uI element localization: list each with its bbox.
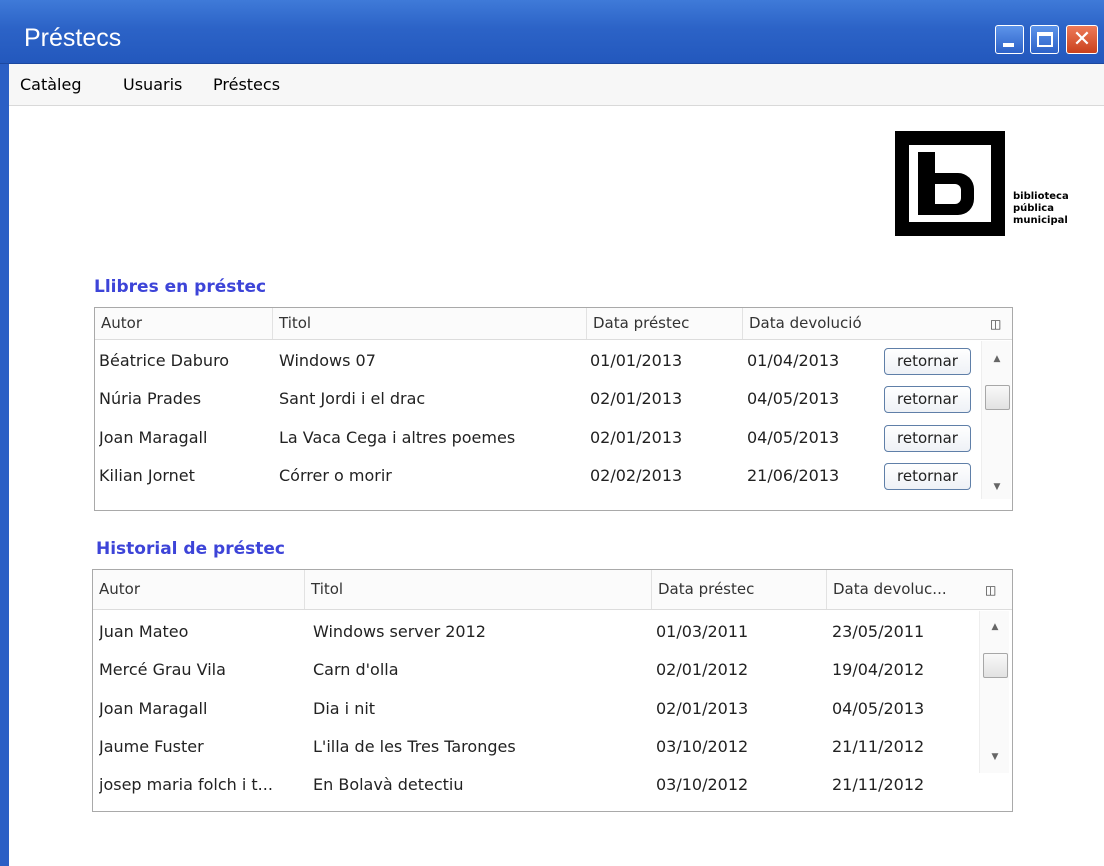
cell-title: La Vaca Cega i altres poemes [279, 428, 516, 447]
cell-title: Windows 07 [279, 351, 376, 370]
cell-loan-date: 02/01/2013 [656, 699, 749, 718]
cell-author: Juan Mateo [99, 622, 189, 641]
window-title: Préstecs [24, 24, 122, 52]
cell-return-date: 04/05/2013 [747, 389, 840, 408]
menu-bar: Catàleg Usuaris Préstecs [9, 64, 1104, 106]
cell-title: En Bolavà detectiu [313, 775, 464, 794]
scroll-thumb[interactable] [985, 385, 1010, 410]
cell-loan-date: 03/10/2012 [656, 737, 749, 756]
table-row[interactable]: josep maria folch i t... En Bolavà detec… [93, 766, 981, 804]
cell-loan-date: 02/02/2013 [590, 466, 683, 485]
cell-loan-date: 01/03/2011 [656, 622, 749, 641]
table-row[interactable]: Joan Maragall La Vaca Cega i altres poem… [95, 419, 981, 457]
table-row[interactable]: Joan Maragall Dia i nit 02/01/2013 04/05… [93, 690, 981, 728]
cell-author: Joan Maragall [99, 699, 208, 718]
cell-loan-date: 02/01/2013 [590, 389, 683, 408]
cell-loan-date: 02/01/2012 [656, 660, 749, 679]
cell-author: Núria Prades [99, 389, 202, 408]
minimize-icon [1003, 43, 1014, 47]
cell-return-date: 21/11/2012 [832, 737, 925, 756]
cell-title: L'illa de les Tres Taronges [313, 737, 516, 756]
scroll-thumb[interactable] [983, 653, 1008, 678]
scroll-up-icon[interactable]: ▲ [980, 621, 1010, 633]
minimize-button[interactable] [995, 25, 1024, 54]
window-left-border [0, 64, 9, 866]
menu-item-usuaris[interactable]: Usuaris [123, 75, 182, 94]
close-icon: ✕ [1072, 27, 1092, 52]
cell-author: Joan Maragall [99, 428, 208, 447]
history-scrollbar[interactable]: ▲ ▼ [979, 611, 1009, 773]
maximize-button[interactable] [1030, 25, 1059, 54]
menu-item-prestecs[interactable]: Préstecs [213, 75, 280, 94]
history-grid-header: Autor Titol Data préstec Data devoluc...… [93, 570, 1012, 610]
menu-item-cataleg[interactable]: Catàleg [20, 75, 82, 94]
cell-author: josep maria folch i t... [99, 775, 273, 794]
cell-return-date: 21/11/2012 [832, 775, 925, 794]
column-header-data-devolucio[interactable]: Data devoluc... [827, 570, 980, 609]
cell-author: Mercé Grau Vila [99, 660, 226, 679]
logo-text: biblioteca pública municipal [1013, 191, 1069, 226]
loans-grid[interactable]: Autor Titol Data préstec Data devolució … [94, 307, 1013, 511]
library-logo: biblioteca pública municipal [882, 111, 1098, 259]
table-row[interactable]: Kilian Jornet Córrer o morir 02/02/2013 … [95, 457, 981, 495]
scroll-down-icon[interactable]: ▼ [982, 481, 1012, 493]
cell-return-date: 23/05/2011 [832, 622, 925, 641]
maximize-icon [1037, 32, 1053, 47]
table-row[interactable]: Juan Mateo Windows server 2012 01/03/201… [93, 613, 981, 651]
history-section-title: Historial de préstec [96, 539, 285, 559]
app-window: Préstecs ✕ Catàleg Usuaris Préstecs bibl… [0, 0, 1104, 866]
column-header-autor[interactable]: Autor [95, 308, 273, 339]
column-header-data-prestec[interactable]: Data préstec [652, 570, 827, 609]
loans-grid-header: Autor Titol Data préstec Data devolució … [95, 308, 1012, 340]
cell-title: Carn d'olla [313, 660, 399, 679]
cell-return-date: 01/04/2013 [747, 351, 840, 370]
history-grid[interactable]: Autor Titol Data préstec Data devoluc...… [92, 569, 1013, 812]
column-chooser-icon[interactable]: ◫ [985, 583, 996, 597]
cell-title: Windows server 2012 [313, 622, 486, 641]
column-chooser-icon[interactable]: ◫ [990, 317, 1001, 331]
return-button[interactable]: retornar [884, 386, 971, 413]
loans-scrollbar[interactable]: ▲ ▼ [981, 341, 1011, 499]
column-header-data-devolucio[interactable]: Data devolució [743, 308, 975, 339]
close-button[interactable]: ✕ [1066, 25, 1098, 54]
cell-return-date: 21/06/2013 [747, 466, 840, 485]
table-row[interactable]: Béatrice Daburo Windows 07 01/01/2013 01… [95, 342, 981, 380]
table-row[interactable]: Núria Prades Sant Jordi i el drac 02/01/… [95, 380, 981, 418]
logo-letter-counter [935, 184, 961, 204]
cell-loan-date: 03/10/2012 [656, 775, 749, 794]
cell-author: Kilian Jornet [99, 466, 195, 485]
return-button[interactable]: retornar [884, 463, 971, 490]
table-row[interactable]: Jaume Fuster L'illa de les Tres Taronges… [93, 728, 981, 766]
cell-title: Dia i nit [313, 699, 376, 718]
loans-section-title: Llibres en préstec [94, 277, 267, 297]
cell-loan-date: 01/01/2013 [590, 351, 683, 370]
cell-title: Sant Jordi i el drac [279, 389, 426, 408]
cell-return-date: 04/05/2013 [747, 428, 840, 447]
cell-loan-date: 02/01/2013 [590, 428, 683, 447]
table-row[interactable]: Mercé Grau Vila Carn d'olla 02/01/2012 1… [93, 651, 981, 689]
cell-author: Béatrice Daburo [99, 351, 230, 370]
column-header-data-prestec[interactable]: Data préstec [587, 308, 743, 339]
title-bar[interactable]: Préstecs ✕ [0, 0, 1104, 64]
cell-author: Jaume Fuster [99, 737, 204, 756]
cell-title: Córrer o morir [279, 466, 392, 485]
scroll-up-icon[interactable]: ▲ [982, 353, 1012, 365]
column-header-titol[interactable]: Titol [273, 308, 587, 339]
return-button[interactable]: retornar [884, 348, 971, 375]
return-button[interactable]: retornar [884, 425, 971, 452]
scroll-down-icon[interactable]: ▼ [980, 751, 1010, 763]
cell-return-date: 04/05/2013 [832, 699, 925, 718]
column-header-autor[interactable]: Autor [93, 570, 305, 609]
column-header-titol[interactable]: Titol [305, 570, 652, 609]
cell-return-date: 19/04/2012 [832, 660, 925, 679]
